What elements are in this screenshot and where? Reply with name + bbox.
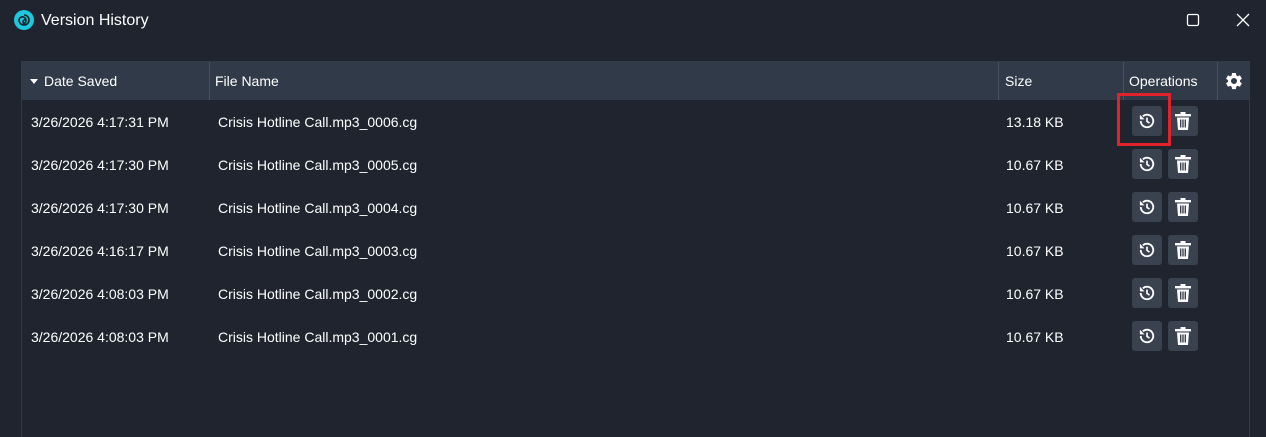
trash-icon: [1175, 284, 1191, 302]
restore-version-button[interactable]: [1132, 149, 1162, 179]
delete-version-button[interactable]: [1168, 321, 1198, 351]
column-settings-button[interactable]: [1218, 62, 1249, 100]
delete-version-button[interactable]: [1168, 192, 1198, 222]
file-name-cell: Crisis Hotline Call.mp3_0002.cg: [218, 285, 418, 302]
delete-version-button[interactable]: [1168, 149, 1198, 179]
size-cell: 10.67 KB: [1006, 285, 1064, 302]
trash-icon: [1175, 155, 1191, 173]
maximize-icon: [1186, 13, 1200, 27]
restore-version-button[interactable]: [1132, 278, 1162, 308]
gear-icon: [1225, 72, 1242, 90]
size-cell: 10.67 KB: [1006, 156, 1064, 173]
size-cell: 10.67 KB: [1006, 242, 1064, 259]
trash-icon: [1175, 241, 1191, 259]
table-row[interactable]: 3/26/2026 4:08:03 PM Crisis Hotline Call…: [22, 315, 1249, 358]
table-row[interactable]: 3/26/2026 4:17:30 PM Crisis Hotline Call…: [22, 186, 1249, 229]
file-name-cell: Crisis Hotline Call.mp3_0003.cg: [218, 242, 418, 259]
file-name-cell: Crisis Hotline Call.mp3_0004.cg: [218, 199, 418, 216]
title-bar: Version History: [0, 0, 1266, 40]
date-saved-cell: 3/26/2026 4:17:31 PM: [31, 113, 169, 130]
column-header-label: Operations: [1129, 73, 1198, 89]
table-row[interactable]: 3/26/2026 4:16:17 PM Crisis Hotline Call…: [22, 229, 1249, 272]
restore-icon: [1139, 156, 1155, 172]
delete-version-button[interactable]: [1168, 235, 1198, 265]
date-saved-cell: 3/26/2026 4:16:17 PM: [31, 242, 169, 259]
date-saved-cell: 3/26/2026 4:08:03 PM: [31, 285, 169, 302]
table-row[interactable]: 3/26/2026 4:08:03 PM Crisis Hotline Call…: [22, 272, 1249, 315]
maximize-button[interactable]: [1178, 6, 1208, 34]
restore-version-button[interactable]: [1132, 235, 1162, 265]
restore-version-button[interactable]: [1132, 192, 1162, 222]
table-header: Date Saved File Name Size Operations: [22, 62, 1249, 100]
trash-icon: [1175, 112, 1191, 130]
size-cell: 10.67 KB: [1006, 328, 1064, 345]
column-header-date-saved[interactable]: Date Saved: [22, 62, 210, 100]
table-row[interactable]: 3/26/2026 4:17:30 PM Crisis Hotline Call…: [22, 143, 1249, 186]
window-title: Version History: [41, 12, 149, 29]
app-logo-icon: [14, 10, 34, 30]
delete-version-button[interactable]: [1168, 278, 1198, 308]
delete-version-button[interactable]: [1168, 106, 1198, 136]
version-table: Date Saved File Name Size Operations 3/2…: [21, 61, 1250, 437]
table-row[interactable]: 3/26/2026 4:17:31 PM Crisis Hotline Call…: [22, 100, 1249, 143]
file-name-cell: Crisis Hotline Call.mp3_0006.cg: [218, 113, 418, 130]
date-saved-cell: 3/26/2026 4:17:30 PM: [31, 156, 169, 173]
column-header-label: File Name: [215, 73, 279, 89]
date-saved-cell: 3/26/2026 4:17:30 PM: [31, 199, 169, 216]
size-cell: 10.67 KB: [1006, 199, 1064, 216]
close-icon: [1236, 13, 1250, 27]
sort-descending-icon: [30, 78, 38, 84]
highlight-box: [1117, 93, 1171, 146]
restore-icon: [1139, 285, 1155, 301]
restore-icon: [1139, 328, 1155, 344]
file-name-cell: Crisis Hotline Call.mp3_0001.cg: [218, 328, 418, 345]
restore-icon: [1139, 242, 1155, 258]
column-header-size[interactable]: Size: [999, 62, 1124, 100]
date-saved-cell: 3/26/2026 4:08:03 PM: [31, 328, 169, 345]
restore-icon: [1139, 199, 1155, 215]
column-header-file-name[interactable]: File Name: [210, 62, 999, 100]
size-cell: 13.18 KB: [1006, 113, 1064, 130]
column-header-label: Date Saved: [44, 73, 118, 89]
trash-icon: [1175, 327, 1191, 345]
file-name-cell: Crisis Hotline Call.mp3_0005.cg: [218, 156, 418, 173]
column-header-label: Size: [1005, 73, 1033, 89]
close-button[interactable]: [1228, 6, 1258, 34]
trash-icon: [1175, 198, 1191, 216]
restore-version-button[interactable]: [1132, 321, 1162, 351]
